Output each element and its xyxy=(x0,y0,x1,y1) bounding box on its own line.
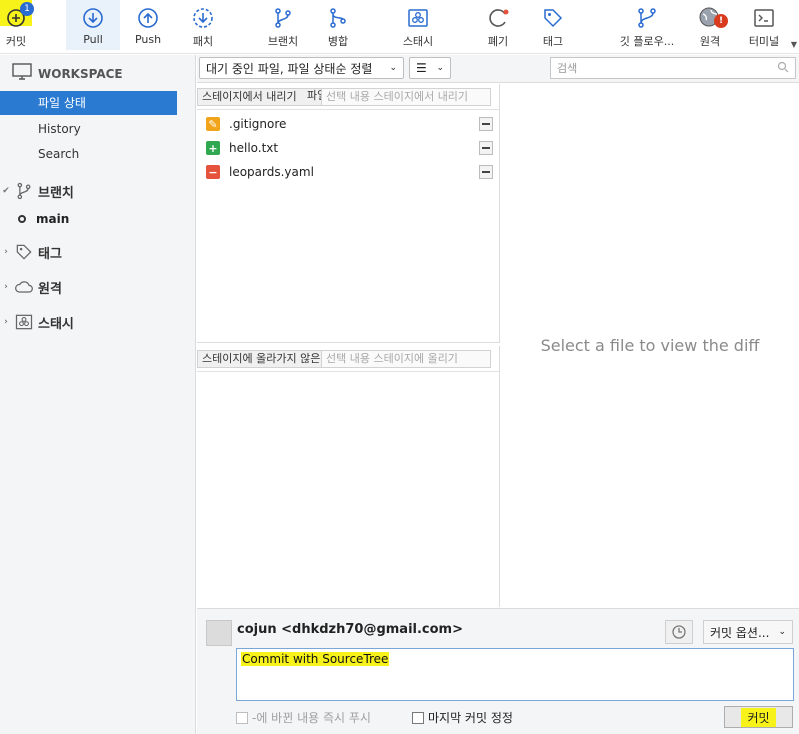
remote-globe-icon: ! xyxy=(698,6,728,30)
discard-button[interactable]: 폐기 xyxy=(480,0,516,50)
fetch-button[interactable]: 패치 xyxy=(180,0,226,50)
clock-icon xyxy=(672,625,686,639)
unstage-file-button[interactable] xyxy=(479,117,493,131)
current-branch-icon xyxy=(18,215,26,223)
sidebar-item-history[interactable]: History xyxy=(0,117,196,141)
terminal-label: 터미널 xyxy=(748,35,780,48)
merge-icon xyxy=(326,6,350,30)
commit-count-badge: 1 xyxy=(20,2,34,16)
commit-panel: cojun <dhkdzh70@gmail.com> 커밋 옵션... ⌄ Co… xyxy=(197,608,799,734)
staged-file-row[interactable]: + hello.txt xyxy=(197,136,499,160)
commit-label: 커밋 xyxy=(5,35,27,48)
diff-viewer: Select a file to view the diff xyxy=(501,84,799,607)
stash-label: 스태시 xyxy=(402,35,434,48)
push-immediately-checkbox[interactable]: -에 바뀐 내용 즉시 푸시 xyxy=(236,709,371,726)
diff-placeholder: Select a file to view the diff xyxy=(540,336,760,355)
staged-files-panel: 스테이지에서 내리기 파일 선택 내용 스테이지에서 내리기 ✎ .gitign… xyxy=(197,84,500,343)
git-flow-button[interactable]: 깃 플로우... xyxy=(612,0,682,50)
toolbar-overflow-chevron-down-icon[interactable]: ▼ xyxy=(791,40,797,49)
branch-button[interactable]: 브랜치 xyxy=(258,0,308,50)
commit-author: cojun <dhkdzh70@gmail.com> xyxy=(237,622,463,637)
staged-file-row[interactable]: ✎ .gitignore xyxy=(197,112,499,136)
sidebar: WORKSPACE 파일 상태 History Search ✔ 브랜치 mai… xyxy=(0,55,196,734)
tag-icon xyxy=(541,6,565,30)
tag-icon xyxy=(14,242,34,262)
view-mode-select[interactable]: ☰ ⌄ xyxy=(409,57,451,79)
unstaged-files-panel: 스테이지에 올라가지 않은 파일 선택 내용 스테이지에 올리기 xyxy=(197,346,500,607)
discard-label: 폐기 xyxy=(487,35,509,48)
fetch-label: 패치 xyxy=(192,35,214,48)
pull-label: Pull xyxy=(83,33,103,46)
pull-button[interactable]: Pull xyxy=(66,0,120,50)
stash-icon xyxy=(406,6,430,30)
stage-selected-button[interactable]: 선택 내용 스테이지에 올리기 xyxy=(321,350,491,368)
branch-label: 브랜치 xyxy=(267,35,299,48)
sidebar-item-file-status[interactable]: 파일 상태 xyxy=(0,91,177,115)
unstage-file-button[interactable] xyxy=(479,141,493,155)
tag-label: 태그 xyxy=(542,35,564,48)
branch-icon xyxy=(14,181,34,201)
history-clock-button[interactable] xyxy=(665,620,693,644)
stash-icon xyxy=(14,312,34,332)
remote-warning-badge: ! xyxy=(714,14,728,28)
staged-header: 스테이지에서 내리기 파일 선택 내용 스테이지에서 내리기 xyxy=(197,84,499,110)
remote-button[interactable]: ! 원격 xyxy=(692,0,728,50)
file-status-select[interactable]: 대기 중인 파일, 파일 상태순 정렬 ⌄ xyxy=(199,57,404,79)
remote-label: 원격 xyxy=(699,35,721,48)
commit-button[interactable]: 1 커밋 xyxy=(0,0,34,50)
chevron-right-icon: › xyxy=(4,247,8,257)
sidebar-group-stashes[interactable]: › 스태시 xyxy=(0,309,196,335)
avatar xyxy=(206,620,232,646)
search-input[interactable]: 검색 xyxy=(550,57,796,79)
staged-file-row[interactable]: − leopards.yaml xyxy=(197,160,499,184)
unstage-file-button[interactable] xyxy=(479,165,493,179)
pull-icon xyxy=(81,6,105,30)
discard-icon xyxy=(486,6,510,30)
workspace-header: WORKSPACE xyxy=(12,63,123,84)
commit-message-input[interactable]: Commit with SourceTree xyxy=(236,648,794,701)
sidebar-branch-main[interactable]: main xyxy=(18,212,69,226)
chevron-right-icon: › xyxy=(4,282,8,292)
chevron-down-icon: ⌄ xyxy=(389,63,397,73)
push-label: Push xyxy=(134,33,162,46)
terminal-icon xyxy=(752,6,776,30)
sidebar-group-remotes[interactable]: › 원격 xyxy=(0,274,196,300)
added-icon: + xyxy=(206,141,220,155)
removed-icon: − xyxy=(206,165,220,179)
unstaged-header: 스테이지에 올라가지 않은 파일 선택 내용 스테이지에 올리기 xyxy=(197,346,499,372)
toolbar: 1 커밋 Pull Push 패치 브랜치 병합 스태시 폐기 태그 깃 플로우… xyxy=(0,0,799,54)
chevron-right-icon: › xyxy=(4,317,8,327)
search-icon xyxy=(777,61,789,76)
commit-submit-button[interactable]: 커밋 xyxy=(724,706,793,728)
sidebar-group-branches[interactable]: ✔ 브랜치 xyxy=(0,178,196,204)
modified-icon: ✎ xyxy=(206,117,220,131)
commit-add-icon: 1 xyxy=(4,2,34,30)
unstage-selected-button[interactable]: 선택 내용 스테이지에서 내리기 xyxy=(321,88,491,106)
sidebar-group-tags[interactable]: › 태그 xyxy=(0,239,196,265)
push-button[interactable]: Push xyxy=(124,0,172,50)
chevron-down-icon: ⌄ xyxy=(778,627,786,637)
terminal-button[interactable]: 터미널 xyxy=(742,0,786,50)
fetch-icon xyxy=(191,6,215,30)
git-flow-icon xyxy=(635,6,659,30)
chevron-down-icon: ⌄ xyxy=(436,63,444,73)
branch-icon xyxy=(271,6,295,30)
merge-button[interactable]: 병합 xyxy=(316,0,360,50)
git-flow-label: 깃 플로우... xyxy=(619,35,675,48)
monitor-icon xyxy=(12,63,32,84)
chevron-down-icon: ✔ xyxy=(2,186,10,196)
filter-bar: 대기 중인 파일, 파일 상태순 정렬 ⌄ ☰ ⌄ 검색 xyxy=(197,55,799,83)
push-icon xyxy=(136,6,160,30)
stash-button[interactable]: 스태시 xyxy=(392,0,444,50)
tag-button[interactable]: 태그 xyxy=(534,0,572,50)
cloud-icon xyxy=(14,277,34,297)
commit-options-select[interactable]: 커밋 옵션... ⌄ xyxy=(703,620,793,644)
merge-label: 병합 xyxy=(327,35,349,48)
amend-last-commit-checkbox[interactable]: 마지막 커밋 정정 xyxy=(412,709,513,726)
sidebar-item-search[interactable]: Search xyxy=(0,142,196,166)
